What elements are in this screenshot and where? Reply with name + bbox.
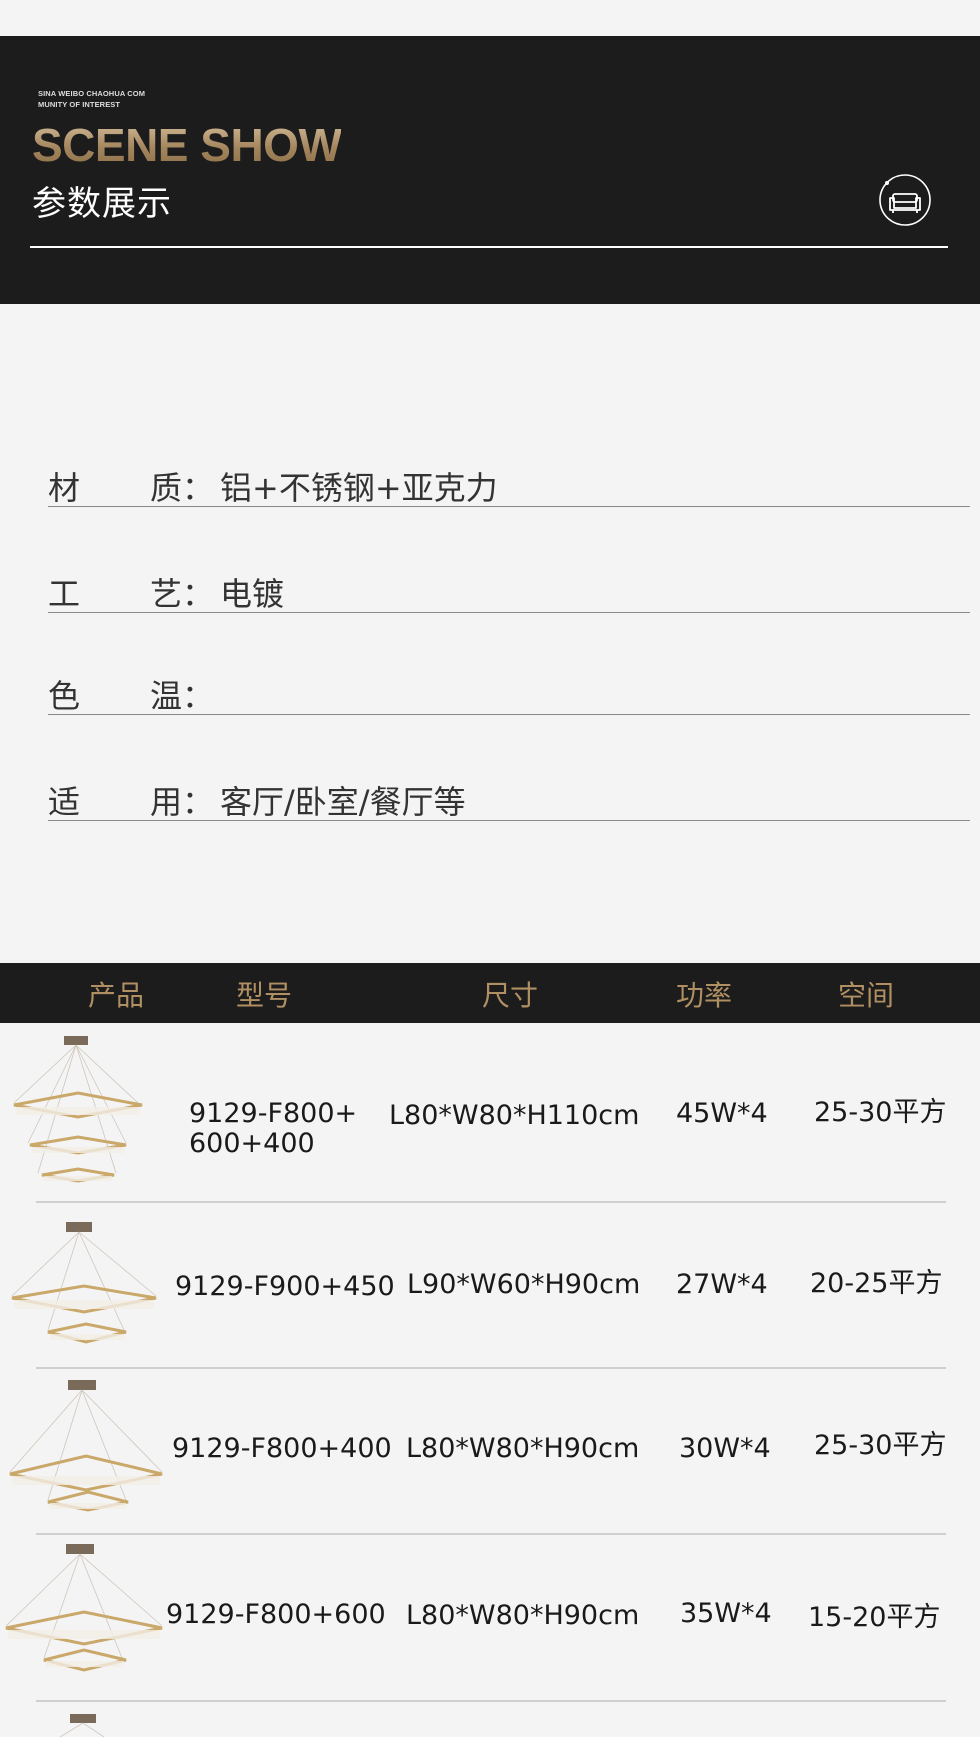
column-header-space: 空间 — [838, 979, 895, 1012]
cell-power: 27W*4 — [676, 1269, 768, 1300]
column-header-power: 功率 — [676, 979, 733, 1012]
spec-row-usage: 适 用： 客厅/卧室/餐厅等 — [48, 773, 970, 821]
row-divider — [36, 1201, 946, 1203]
spec-label-char: 适 — [48, 783, 81, 821]
cell-model: 9129-F800+ — [189, 1098, 358, 1129]
chandelier-image — [13, 1036, 143, 1183]
cell-size: L90*W60*H90cm — [407, 1269, 641, 1300]
cell-power: 35W*4 — [680, 1598, 772, 1629]
cell-model: 9129-F900+450 — [175, 1271, 395, 1302]
chandelier-image — [11, 1222, 157, 1344]
cell-space: 20-25平方 — [810, 1268, 943, 1299]
cell-model-line2: 600+400 — [189, 1128, 315, 1159]
cell-size: L80*W80*H90cm — [406, 1433, 640, 1464]
cell-space: 15-20平方 — [808, 1602, 941, 1633]
spec-value: 电镀 — [220, 575, 285, 613]
small-text-line-1: SINA WEIBO CHAOHUA COM — [38, 89, 146, 98]
table-header: 产品 型号 尺寸 功率 空间 — [0, 963, 980, 1023]
row-divider — [36, 1700, 946, 1702]
spec-value: 客厅/卧室/餐厅等 — [220, 783, 466, 821]
page-title: 参数展示 — [32, 184, 172, 224]
spec-label-char: 色 — [48, 677, 81, 715]
column-header-product: 产品 — [88, 979, 145, 1012]
chandelier-image — [5, 1544, 163, 1672]
cell-power: 30W*4 — [679, 1433, 771, 1464]
cell-power: 45W*4 — [676, 1098, 768, 1129]
row-divider — [36, 1367, 946, 1369]
spec-label-char: 材 — [48, 469, 81, 507]
column-header-model: 型号 — [236, 979, 293, 1012]
cell-space: 25-30平方 — [814, 1097, 947, 1128]
spec-label-char: 质： — [150, 469, 215, 507]
spec-label-char: 温： — [150, 677, 215, 715]
chandelier-image — [9, 1380, 163, 1512]
spec-row-process: 工 艺： 电镀 — [48, 565, 970, 613]
spec-label-char: 艺： — [150, 575, 215, 613]
chandelier-image — [60, 1714, 104, 1737]
cell-model: 9129-F800+600 — [166, 1599, 386, 1630]
header-small-text: SINA WEIBO CHAOHUA COM MUNITY OF INTERES… — [38, 88, 145, 110]
cell-size: L80*W80*H110cm — [389, 1100, 640, 1131]
spec-label-char: 工 — [48, 575, 81, 613]
small-text-line-2: MUNITY OF INTEREST — [38, 100, 121, 109]
row-divider — [36, 1533, 946, 1535]
header-banner: SINA WEIBO CHAOHUA COM MUNITY OF INTERES… — [0, 36, 980, 304]
column-header-size: 尺寸 — [482, 979, 539, 1012]
header-divider — [30, 246, 948, 248]
spec-row-color-temp: 色 温： — [48, 667, 970, 715]
sofa-icon — [879, 174, 931, 226]
scene-show-title: SCENE SHOW — [32, 119, 342, 171]
spec-label-char: 用： — [150, 783, 215, 821]
cell-space: 25-30平方 — [814, 1430, 947, 1461]
spec-value: 铝+不锈钢+亚克力 — [220, 469, 498, 507]
spec-row-material: 材 质： 铝+不锈钢+亚克力 — [48, 459, 970, 507]
cell-model: 9129-F800+400 — [172, 1433, 392, 1464]
cell-size: L80*W80*H90cm — [406, 1600, 640, 1631]
